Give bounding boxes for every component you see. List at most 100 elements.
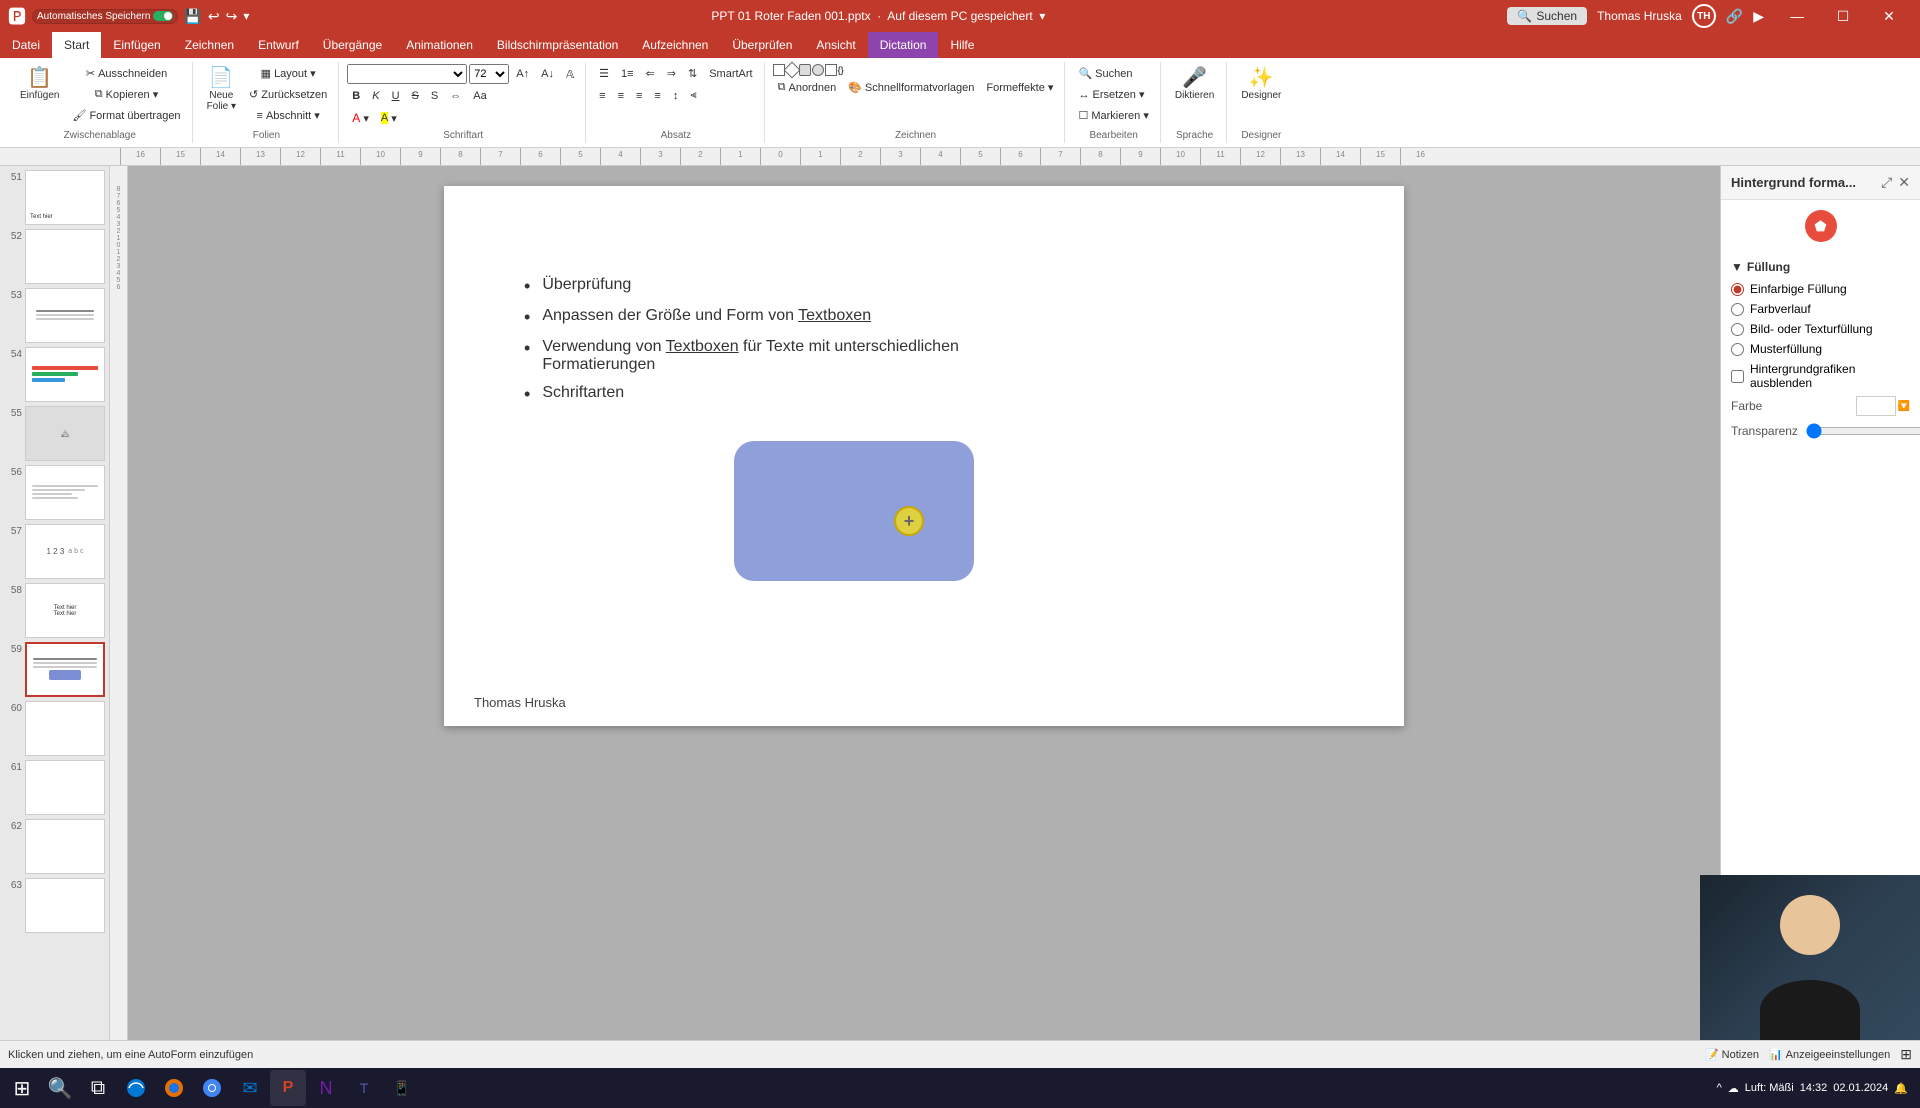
slide-thumb-62[interactable]: 62 [4, 819, 105, 874]
btn-spacing[interactable]: ⇔ [445, 87, 466, 105]
tab-bildschirm[interactable]: Bildschirmpräsentation [485, 32, 630, 58]
btn-text-direction[interactable]: ⇅ [683, 64, 702, 83]
btn-layout[interactable]: ▦ Layout ▾ [244, 64, 332, 83]
powerpoint-btn[interactable]: P [270, 1070, 306, 1106]
slide-thumb-59[interactable]: 59 [4, 642, 105, 697]
tab-aufzeichnen[interactable]: Aufzeichnen [630, 32, 720, 58]
share-icon[interactable]: 🔗 [1726, 8, 1743, 25]
btn-underline[interactable]: U [387, 87, 405, 105]
btn-notizen[interactable]: 📝 Notizen [1705, 1048, 1759, 1061]
save-icon[interactable]: 💾 [184, 8, 201, 25]
slide-thumb-51[interactable]: 51 Text hier [4, 170, 105, 225]
btn-font-increase[interactable]: A↑ [511, 65, 534, 83]
tab-datei[interactable]: Datei [0, 32, 52, 58]
btn-align-right[interactable]: ≡ [631, 87, 647, 105]
checkbox-grafiken-input[interactable] [1731, 370, 1744, 383]
normal-view-btn[interactable]: ⊞ [1900, 1046, 1912, 1063]
another-btn[interactable]: 📱 [384, 1070, 420, 1106]
more-icon[interactable]: ▾ [243, 9, 249, 23]
radio-farbverlauf[interactable]: Farbverlauf [1731, 302, 1910, 316]
btn-einfuegen[interactable]: 📋 Einfügen [14, 64, 65, 105]
slide-thumb-54[interactable]: 54 [4, 347, 105, 402]
slide-thumb-60[interactable]: 60 [4, 701, 105, 756]
btn-charcase[interactable]: Aa [468, 87, 491, 105]
slide-thumb-58[interactable]: 58 Text hierText hier [4, 583, 105, 638]
btn-numbered-list[interactable]: 1≡ [616, 65, 639, 83]
autosave-knob[interactable] [153, 11, 173, 21]
filling-section-header[interactable]: ▼ Füllung [1731, 260, 1910, 274]
canvas-area[interactable]: • Überprüfung • Anpassen der Größe und F… [128, 166, 1720, 1040]
tab-entwurf[interactable]: Entwurf [246, 32, 311, 58]
tab-ansicht[interactable]: Ansicht [804, 32, 867, 58]
btn-suchen[interactable]: 🔍 Suchen [1073, 64, 1137, 83]
radio-einfarbig-input[interactable] [1731, 283, 1744, 296]
close-btn[interactable]: ✕ [1866, 0, 1912, 32]
search-box[interactable]: 🔍 Suchen [1507, 7, 1587, 25]
onenote-btn[interactable]: N [308, 1070, 344, 1106]
tab-animationen[interactable]: Animationen [394, 32, 485, 58]
btn-smartart[interactable]: SmartArt [704, 65, 757, 83]
start-btn[interactable]: ⊞ [4, 1070, 40, 1106]
blue-shape[interactable] [734, 441, 974, 581]
shapes-more[interactable]: {} [838, 65, 844, 75]
undo-icon[interactable]: ↩ [208, 8, 220, 25]
radio-farbverlauf-input[interactable] [1731, 303, 1744, 316]
btn-format-uebertragen[interactable]: 🖌 Format übertragen [67, 106, 185, 125]
btn-formeffekte[interactable]: Formeffekte ▾ [981, 78, 1058, 97]
teams-btn[interactable]: T [346, 1070, 382, 1106]
btn-kopieren[interactable]: ⧉ Kopieren ▾ [67, 85, 185, 104]
task-view-btn[interactable]: ⧉ [80, 1070, 116, 1106]
btn-align-left[interactable]: ≡ [594, 87, 610, 105]
slide-thumb-57[interactable]: 57 1 2 3 a b c [4, 524, 105, 579]
tab-hilfe[interactable]: Hilfe [938, 32, 986, 58]
font-size-select[interactable]: 72 [469, 64, 509, 84]
redo-icon[interactable]: ↪ [226, 8, 238, 25]
radio-einfarbig[interactable]: Einfarbige Füllung [1731, 282, 1910, 296]
btn-abschnitt[interactable]: ≡ Abschnitt ▾ [244, 106, 332, 125]
minimize-btn[interactable]: — [1774, 0, 1820, 32]
shape-tri[interactable] [825, 64, 837, 76]
transparency-slider[interactable] [1806, 425, 1920, 437]
btn-zuruecksetzen[interactable]: ↺ Zurücksetzen [244, 85, 332, 104]
btn-italic[interactable]: K [367, 87, 384, 105]
font-family-select[interactable] [347, 64, 467, 84]
btn-align-center[interactable]: ≡ [613, 87, 629, 105]
tab-start[interactable]: Start [52, 32, 101, 58]
btn-line-spacing[interactable]: ↕ [668, 87, 684, 105]
color-picker-btn[interactable]: 🔽 [1898, 401, 1910, 412]
btn-anordnen[interactable]: ⧉ Anordnen [773, 78, 842, 97]
search-btn[interactable]: 🔍 [42, 1070, 78, 1106]
btn-diktieren[interactable]: 🎤 Diktieren [1169, 64, 1220, 105]
btn-neue-folie[interactable]: 📄 NeueFolie ▾ [201, 64, 242, 116]
btn-align-justify[interactable]: ≡ [649, 87, 665, 105]
panel-close-btn[interactable]: ✕ [1898, 174, 1910, 191]
tab-ueberpruefen[interactable]: Überprüfen [720, 32, 804, 58]
btn-schnellformatvorlagen[interactable]: 🎨 Schnellformat­vorlagen [843, 78, 979, 97]
slide-thumb-52[interactable]: 52 [4, 229, 105, 284]
slide-canvas[interactable]: • Überprüfung • Anpassen der Größe und F… [444, 186, 1404, 726]
checkbox-grafiken[interactable]: Hintergrundgrafiken ausblenden [1731, 362, 1910, 390]
radio-bild-input[interactable] [1731, 323, 1744, 336]
tab-einfuegen[interactable]: Einfügen [101, 32, 172, 58]
btn-designer[interactable]: ✨ Designer [1235, 64, 1287, 105]
mail-btn[interactable]: ✉ [232, 1070, 268, 1106]
chrome-btn[interactable] [194, 1070, 230, 1106]
slide-thumb-63[interactable]: 63 [4, 878, 105, 933]
btn-bold[interactable]: B [347, 87, 365, 105]
maximize-btn[interactable]: ☐ [1820, 0, 1866, 32]
shape-diamond[interactable] [783, 62, 800, 79]
radio-muster[interactable]: Musterfüllung [1731, 342, 1910, 356]
slide-thumb-53[interactable]: 53 [4, 288, 105, 343]
autosave-toggle[interactable]: Automatisches Speichern [32, 9, 178, 24]
btn-indent-less[interactable]: ⇐ [641, 64, 660, 83]
btn-clear-format[interactable]: 𝔸 [561, 65, 579, 84]
window-controls[interactable]: — ☐ ✕ [1774, 0, 1912, 32]
notification-icon[interactable]: 🔔 [1894, 1082, 1908, 1095]
btn-columns[interactable]: ⫷ [685, 86, 701, 105]
tab-zeichnen[interactable]: Zeichnen [173, 32, 246, 58]
radio-bild-textur[interactable]: Bild- oder Texturfüllung [1731, 322, 1910, 336]
btn-markieren[interactable]: ☐ Markieren ▾ [1073, 106, 1153, 125]
tab-uebergaenge[interactable]: Übergänge [311, 32, 394, 58]
edge-btn[interactable] [118, 1070, 154, 1106]
panel-popout-btn[interactable]: ⤢ [1881, 174, 1892, 191]
